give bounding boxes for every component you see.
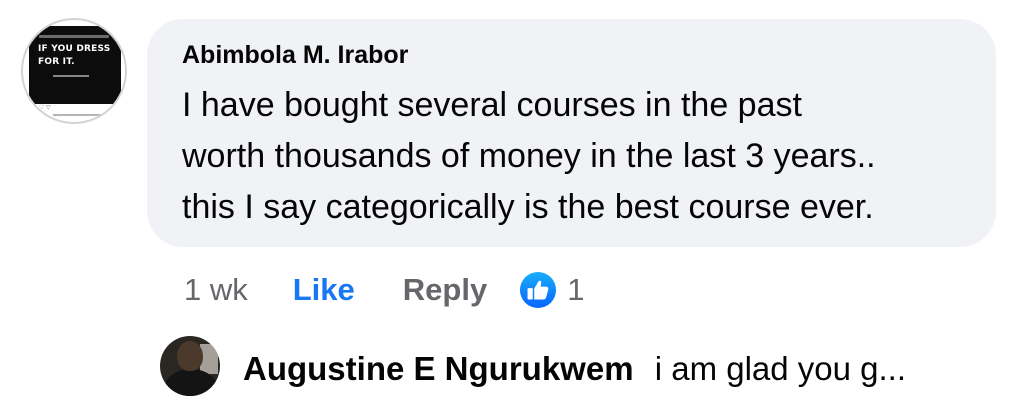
comment-line-2: worth thousands of money in the last 3 y… bbox=[182, 137, 876, 175]
reply-button[interactable]: Reply bbox=[403, 272, 487, 308]
reaction-summary[interactable]: 1 bbox=[519, 271, 584, 309]
commenter-avatar[interactable]: IF YOU DRESS FOR IT. ♡ ▽ bbox=[21, 18, 127, 124]
reply-text-preview: i am glad you g... bbox=[654, 350, 907, 387]
avatar-post-caption bbox=[53, 114, 105, 116]
avatar-quote-line-2: FOR IT. bbox=[38, 57, 75, 67]
reaction-count: 1 bbox=[567, 272, 585, 307]
avatar-post-footer: ♡ ▽ bbox=[29, 104, 121, 120]
avatar-attribution-bar bbox=[53, 75, 89, 77]
avatar-quote-line-1: IF YOU DRESS bbox=[38, 44, 111, 54]
reply-author-name[interactable]: Augustine E Ngurukwem bbox=[243, 350, 634, 387]
reply-preview[interactable]: Augustine E Ngurukwem i am glad you g... bbox=[243, 350, 906, 388]
avatar-small-text bbox=[39, 35, 109, 38]
comment-author-name[interactable]: Abimbola M. Irabor bbox=[182, 41, 408, 70]
reply-author-avatar[interactable] bbox=[160, 336, 220, 396]
like-reaction-icon bbox=[520, 271, 557, 309]
avatar-post-icons: ♡ ▽ bbox=[39, 105, 51, 111]
comment-line-1: I have bought several courses in the pas… bbox=[182, 86, 802, 124]
avatar-quote-image: IF YOU DRESS FOR IT. bbox=[29, 26, 121, 104]
comment-body: I have bought several courses in the pas… bbox=[182, 80, 982, 233]
comment-actions: 1 wk Like Reply 1 bbox=[184, 268, 584, 312]
like-button[interactable]: Like bbox=[293, 272, 355, 308]
comment-line-3: this I say categorically is the best cou… bbox=[182, 188, 874, 226]
comment-timestamp[interactable]: 1 wk bbox=[184, 272, 248, 308]
avatar-face bbox=[177, 341, 203, 371]
